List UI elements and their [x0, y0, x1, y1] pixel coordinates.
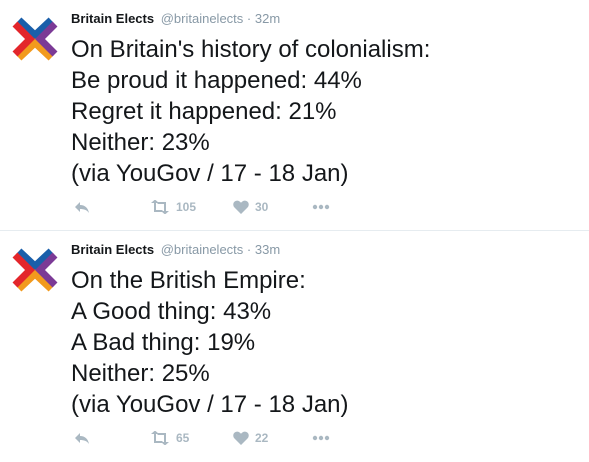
reply-icon	[74, 431, 90, 445]
retweet-button[interactable]: 105	[150, 198, 196, 216]
tweet-header: Britain Elects @britainelects · 32m	[71, 11, 280, 27]
tweet-timestamp[interactable]: 32m	[255, 11, 280, 26]
more-button[interactable]	[312, 429, 330, 447]
heart-icon	[233, 200, 249, 214]
tweet-actions: 65 22	[74, 429, 374, 447]
tweet-text: On the British Empire: A Good thing: 43%…	[71, 265, 349, 420]
tweet-actions: 105 30	[74, 198, 374, 216]
like-button[interactable]: 30	[233, 198, 268, 216]
reply-button[interactable]	[74, 198, 90, 216]
britain-elects-logo[interactable]	[10, 14, 60, 64]
tweet[interactable]: Britain Elects @britainelects · 32m On B…	[0, 0, 589, 231]
account-handle[interactable]: @britainelects	[161, 242, 244, 257]
more-button[interactable]	[312, 198, 330, 216]
retweet-count: 65	[176, 431, 190, 445]
tweet-line: A Bad thing: 19%	[71, 329, 256, 356]
separator-dot: ·	[246, 11, 252, 26]
tweet-header: Britain Elects @britainelects · 33m	[71, 242, 280, 258]
tweet-line: (via YouGov / 17 - 18 Jan)	[71, 391, 349, 418]
tweet-line: Neither: 25%	[71, 360, 210, 387]
heart-icon	[233, 431, 249, 445]
tweet-timestamp[interactable]: 33m	[255, 242, 280, 257]
tweet-line: On Britain's history of colonialism:	[71, 36, 431, 63]
like-button[interactable]: 22	[233, 429, 268, 447]
retweet-icon	[150, 431, 170, 445]
tweet-feed: Britain Elects @britainelects · 32m On B…	[0, 0, 589, 462]
tweet-line: (via YouGov / 17 - 18 Jan)	[71, 160, 349, 187]
like-count: 30	[255, 200, 269, 214]
separator-dot: ·	[246, 242, 252, 257]
reply-icon	[74, 200, 90, 214]
account-handle[interactable]: @britainelects	[161, 11, 244, 26]
tweet-line: Regret it happened: 21%	[71, 98, 337, 125]
retweet-count: 105	[176, 200, 197, 214]
account-name[interactable]: Britain Elects	[71, 11, 154, 26]
tweet-line: Neither: 23%	[71, 129, 210, 156]
more-icon	[312, 204, 330, 210]
britain-elects-logo[interactable]	[10, 245, 60, 295]
more-icon	[312, 435, 330, 441]
reply-button[interactable]	[74, 429, 90, 447]
account-name[interactable]: Britain Elects	[71, 242, 154, 257]
tweet-line: On the British Empire:	[71, 267, 306, 294]
tweet-text: On Britain's history of colonialism: Be …	[71, 34, 430, 189]
tweet-line: Be proud it happened: 44%	[71, 67, 362, 94]
tweet[interactable]: Britain Elects @britainelects · 33m On t…	[0, 231, 589, 462]
tweet-line: A Good thing: 43%	[71, 298, 272, 325]
like-count: 22	[255, 431, 269, 445]
retweet-button[interactable]: 65	[150, 429, 189, 447]
retweet-icon	[150, 200, 170, 214]
